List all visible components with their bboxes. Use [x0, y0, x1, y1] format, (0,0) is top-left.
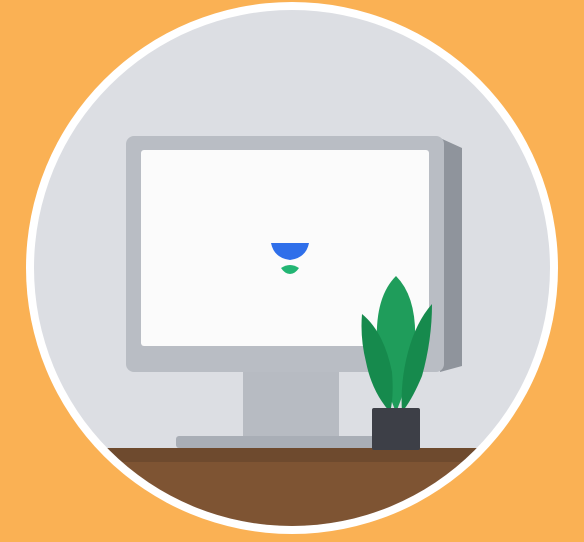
workspace-illustration	[26, 2, 558, 534]
desk-top	[34, 448, 550, 462]
monitor-stand-base	[176, 436, 404, 448]
monitor-stand	[243, 372, 339, 440]
illustration-stage	[0, 0, 584, 542]
plant-pot	[372, 408, 420, 450]
